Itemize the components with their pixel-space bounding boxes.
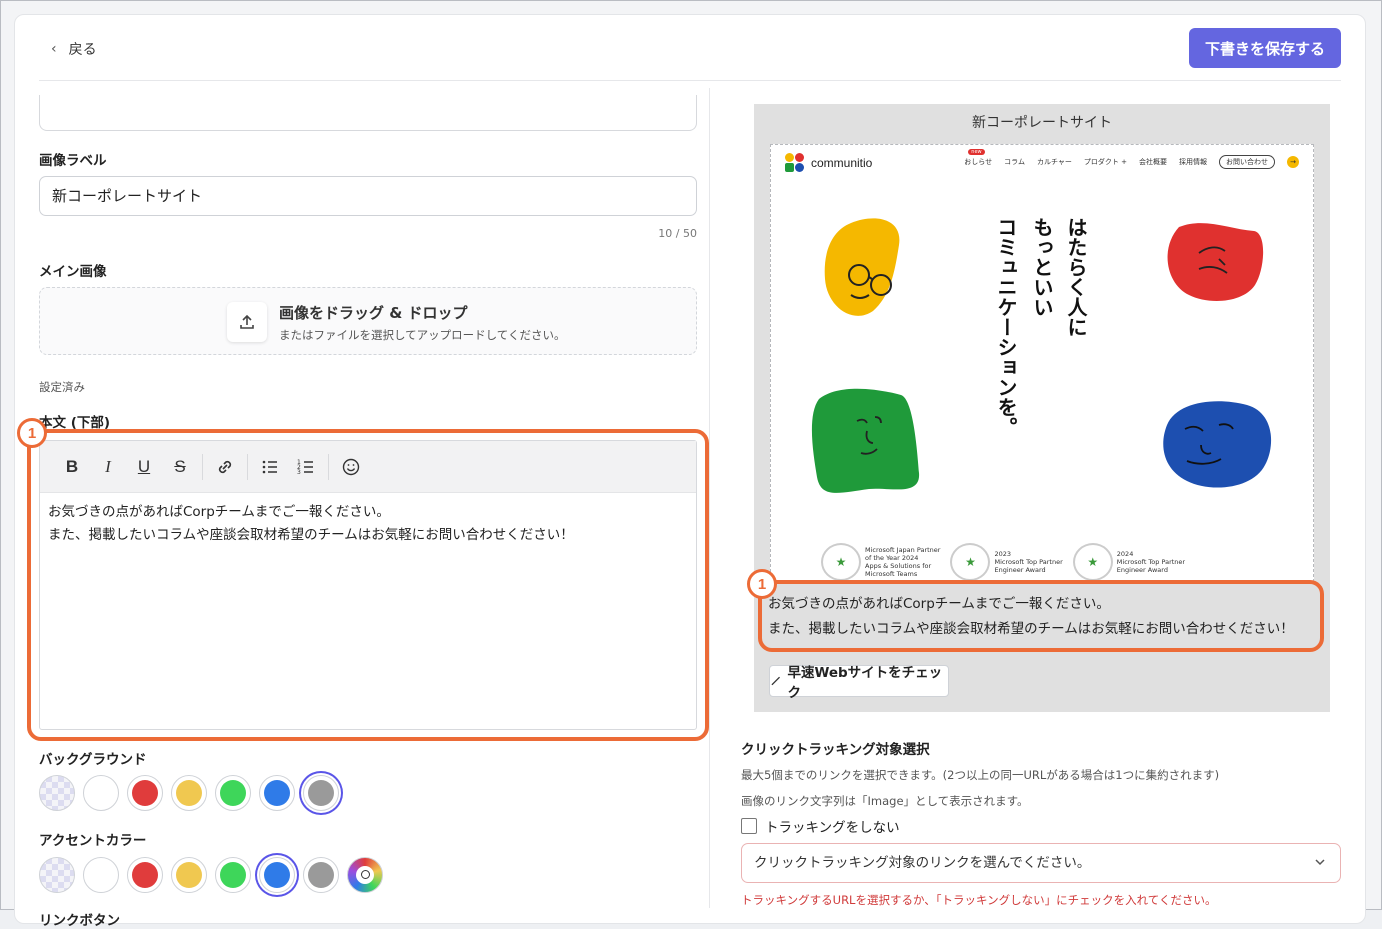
accent-swatch-green[interactable] bbox=[215, 857, 251, 893]
no-tracking-checkbox[interactable] bbox=[741, 818, 757, 834]
pen-icon bbox=[771, 676, 781, 686]
award-text: Microsoft Japan Partner bbox=[865, 546, 941, 554]
award-text: 2024 bbox=[1116, 550, 1134, 558]
chevron-down-icon bbox=[1314, 844, 1326, 897]
nav-item: 会社概要 bbox=[1139, 158, 1167, 166]
tracking-error-message: トラッキングするURLを選択するか、「トラッキングしない」にチェックを入れてくだ… bbox=[741, 893, 1217, 907]
nav-item: おしらせ bbox=[964, 149, 992, 167]
accent-swatch-blue-selected[interactable] bbox=[259, 857, 295, 893]
nav-item: コラム bbox=[1004, 158, 1025, 166]
swatch-red[interactable] bbox=[127, 775, 163, 811]
arrow-right-icon: → bbox=[1287, 156, 1299, 168]
accent-color-heading: アクセントカラー bbox=[39, 833, 147, 849]
swatch-white[interactable] bbox=[83, 775, 119, 811]
back-link[interactable]: ‹ 戻る bbox=[51, 39, 97, 59]
main-image-heading: メイン画像 bbox=[39, 264, 107, 280]
award-badge: ★ Microsoft Japan Partner of the Year 20… bbox=[821, 543, 940, 581]
save-draft-button[interactable]: 下書きを保存する bbox=[1189, 28, 1341, 68]
preview-site-image: communitio おしらせ コラム カルチャー プロダクト + 会社概要 採… bbox=[770, 144, 1314, 582]
annotation-highlight-caption bbox=[758, 580, 1324, 652]
tracking-note-1: 最大5個までのリンクを選択できます。(2つ以上の同一URLがある場合は1つに集約… bbox=[741, 768, 1220, 782]
image-label-heading: 画像ラベル bbox=[39, 153, 107, 169]
no-tracking-label: トラッキングをしない bbox=[765, 820, 900, 836]
award-text: Engineer Award bbox=[994, 566, 1046, 574]
laurel-icon: ★ bbox=[950, 543, 991, 581]
swatch-transparent[interactable] bbox=[39, 775, 75, 811]
swatch-yellow[interactable] bbox=[171, 775, 207, 811]
award-text: Microsoft Teams bbox=[865, 570, 918, 578]
accent-swatch-red[interactable] bbox=[127, 857, 163, 893]
nav-contact: お問い合わせ bbox=[1219, 155, 1275, 169]
body-heading: 本文 (下部) bbox=[39, 415, 111, 431]
site-nav: おしらせ コラム カルチャー プロダクト + 会社概要 採用情報 お問い合わせ … bbox=[964, 149, 1299, 169]
laurel-icon: ★ bbox=[1072, 543, 1113, 581]
check-website-button[interactable]: 早速Webサイトをチェック bbox=[769, 665, 949, 701]
accent-swatches bbox=[39, 857, 383, 893]
accent-swatch-yellow[interactable] bbox=[171, 857, 207, 893]
award-text: Engineer Award bbox=[1116, 566, 1168, 574]
headline-col-1: はたらく人に bbox=[1064, 217, 1088, 337]
green-character-illustration bbox=[811, 388, 920, 493]
tracking-note-2: 画像のリンク文字列は「Image」として表示されます。 bbox=[741, 794, 1029, 808]
no-tracking-option[interactable]: トラッキングをしない bbox=[741, 816, 900, 836]
nav-item: カルチャー bbox=[1036, 158, 1072, 166]
chevron-left-icon: ‹ bbox=[51, 41, 57, 57]
dropzone-title: 画像をドラッグ & ドロップ bbox=[279, 304, 468, 322]
dropzone-subtitle: またはファイルを選択してアップロードしてください。 bbox=[279, 328, 566, 342]
upload-icon bbox=[227, 302, 267, 342]
logo-text: communitio bbox=[811, 156, 873, 170]
char-counter: 10 / 50 bbox=[658, 227, 697, 240]
select-placeholder: クリックトラッキング対象のリンクを選んでください。 bbox=[754, 855, 1091, 871]
annotation-badge-caption: 1 bbox=[747, 569, 777, 599]
back-label: 戻る bbox=[68, 42, 97, 58]
tracking-heading: クリックトラッキング対象選択 bbox=[741, 742, 930, 758]
check-website-label: 早速Webサイトをチェック bbox=[787, 665, 943, 701]
annotation-highlight-editor bbox=[27, 429, 709, 741]
custom-color-picker-icon[interactable] bbox=[347, 857, 383, 893]
header: ‹ 戻る 下書きを保存する bbox=[39, 15, 1341, 81]
swatch-gray-selected[interactable] bbox=[303, 775, 339, 811]
award-text: Microsoft Top Partner bbox=[994, 558, 1063, 566]
blue-character-illustration bbox=[1163, 401, 1272, 488]
award-text: Microsoft Top Partner bbox=[1116, 558, 1186, 566]
image-dropzone[interactable]: 画像をドラッグ & ドロップ またはファイルを選択してアップロードしてください。 bbox=[39, 287, 697, 355]
link-button-heading: リンクボタン bbox=[39, 913, 120, 929]
laurel-icon: ★ bbox=[821, 543, 861, 581]
headline-col-3: コミュニケーションを。 bbox=[994, 217, 1018, 437]
background-heading: バックグラウンド bbox=[39, 752, 147, 768]
previous-field-input[interactable] bbox=[39, 95, 697, 131]
award-badges: ★ Microsoft Japan Partner of the Year 20… bbox=[821, 543, 1185, 581]
form-column: 画像ラベル 新コーポレートサイト 10 / 50 メイン画像 画像をドラッグ &… bbox=[17, 81, 709, 929]
award-badge: ★ 2023 Microsoft Top Partner Engineer Aw… bbox=[950, 543, 1063, 581]
swatch-blue[interactable] bbox=[259, 775, 295, 811]
red-character-illustration bbox=[1167, 223, 1264, 301]
site-logo: communitio bbox=[785, 153, 872, 173]
accent-swatch-white[interactable] bbox=[83, 857, 119, 893]
annotation-badge-editor: 1 bbox=[17, 418, 47, 448]
award-text: Apps & Solutions for bbox=[865, 562, 932, 570]
preview-title: 新コーポレートサイト bbox=[972, 115, 1112, 131]
nav-item: 採用情報 bbox=[1179, 158, 1207, 166]
award-text: 2023 bbox=[994, 550, 1012, 558]
award-badge: ★ 2024 Microsoft Top Partner Engineer Aw… bbox=[1072, 543, 1186, 581]
yellow-character-illustration bbox=[824, 218, 900, 316]
logo-mark-icon bbox=[785, 153, 805, 173]
background-swatches bbox=[39, 775, 339, 811]
image-label-input[interactable]: 新コーポレートサイト bbox=[39, 176, 697, 216]
tracking-link-select[interactable]: クリックトラッキング対象のリンクを選んでください。 bbox=[741, 843, 1341, 883]
award-text: of the Year 2024 bbox=[865, 554, 919, 562]
swatch-green[interactable] bbox=[215, 775, 251, 811]
image-status: 設定済み bbox=[39, 380, 85, 394]
headline-col-2: もっといい bbox=[1030, 217, 1054, 317]
column-divider bbox=[709, 88, 710, 908]
accent-swatch-gray[interactable] bbox=[303, 857, 339, 893]
nav-item: プロダクト + bbox=[1083, 158, 1127, 166]
accent-swatch-transparent[interactable] bbox=[39, 857, 75, 893]
